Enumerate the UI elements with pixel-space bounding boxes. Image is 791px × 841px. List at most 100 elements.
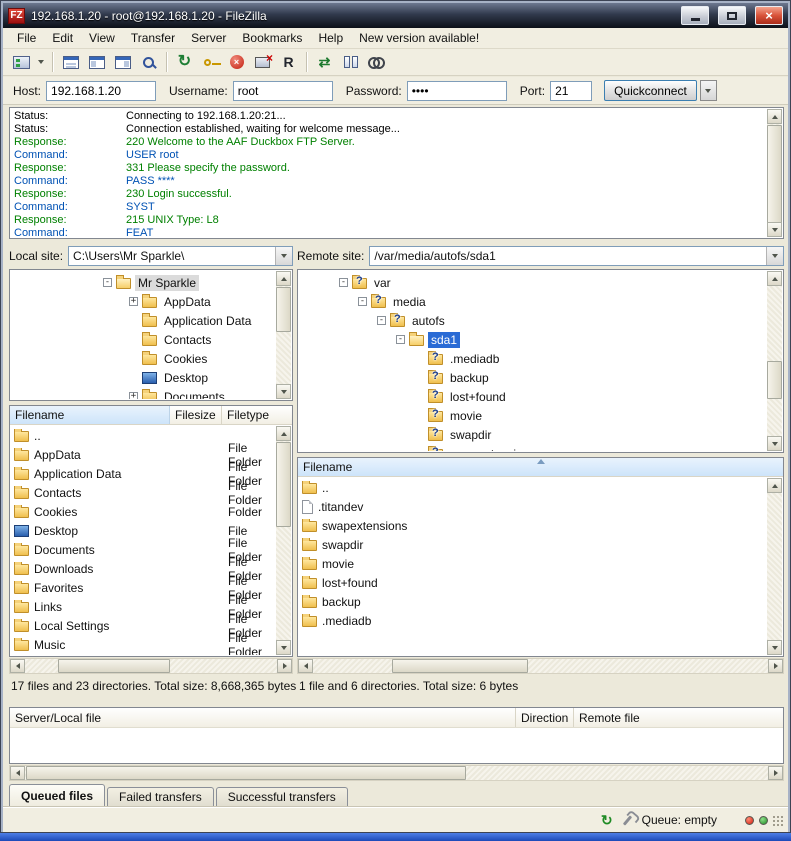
tree-item[interactable]: -media xyxy=(299,292,766,311)
local-site-path[interactable]: C:\Users\Mr Sparkle\ xyxy=(69,249,275,263)
expand-toggle[interactable]: - xyxy=(103,278,112,287)
username-input[interactable] xyxy=(233,81,333,101)
file-row[interactable]: backup xyxy=(299,592,766,611)
scroll-left-button[interactable] xyxy=(298,659,313,673)
tree-item[interactable]: Cookies xyxy=(11,349,275,368)
maximize-button[interactable] xyxy=(718,6,746,25)
column-header-direction[interactable]: Direction xyxy=(516,708,574,727)
quickconnect-dropdown[interactable] xyxy=(700,80,717,101)
tree-item[interactable]: +AppData xyxy=(11,292,275,311)
tree-item[interactable]: Application Data xyxy=(11,311,275,330)
file-row[interactable]: CookiesFolder xyxy=(11,502,275,521)
tab-successful-transfers[interactable]: Successful transfers xyxy=(216,787,348,806)
local-tree-scrollbar[interactable] xyxy=(276,271,291,399)
process-queue-button[interactable] xyxy=(198,51,223,74)
file-row[interactable]: .. xyxy=(299,478,766,497)
scroll-thumb[interactable] xyxy=(58,659,170,673)
scroll-up-button[interactable] xyxy=(276,426,291,441)
scroll-up-button[interactable] xyxy=(767,271,782,286)
scroll-thumb[interactable] xyxy=(26,766,466,780)
scroll-up-button[interactable] xyxy=(767,478,782,493)
scroll-down-button[interactable] xyxy=(276,384,291,399)
file-row[interactable]: swapextensions xyxy=(299,516,766,535)
file-row[interactable]: .titandev xyxy=(299,497,766,516)
find-files-button[interactable] xyxy=(364,51,389,74)
column-header-filesize[interactable]: Filesize xyxy=(170,406,222,424)
file-row[interactable]: .mediadb xyxy=(299,611,766,630)
scroll-thumb[interactable] xyxy=(276,287,291,332)
tree-item[interactable]: swapextensions xyxy=(299,444,766,451)
scroll-down-button[interactable] xyxy=(767,222,782,237)
file-row[interactable]: swapdir xyxy=(299,535,766,554)
tab-failed-transfers[interactable]: Failed transfers xyxy=(107,787,214,806)
menu-item-file[interactable]: File xyxy=(9,28,44,48)
column-header-remote-file[interactable]: Remote file xyxy=(574,708,783,727)
column-header-server-local-file[interactable]: Server/Local file xyxy=(10,708,516,727)
tree-item[interactable]: -autofs xyxy=(299,311,766,330)
quickconnect-button[interactable]: Quickconnect xyxy=(604,80,697,101)
expand-toggle[interactable]: - xyxy=(358,297,367,306)
tree-item[interactable]: Contacts xyxy=(11,330,275,349)
tree-item[interactable]: backup xyxy=(299,368,766,387)
scroll-thumb[interactable] xyxy=(392,659,528,673)
reconnect-button[interactable] xyxy=(276,51,301,74)
file-row[interactable]: lost+found xyxy=(299,573,766,592)
password-input[interactable] xyxy=(407,81,507,101)
combo-dropdown-button[interactable] xyxy=(275,247,292,265)
tree-item[interactable]: lost+found xyxy=(299,387,766,406)
scroll-thumb[interactable] xyxy=(767,361,782,399)
column-header-filename[interactable]: Filename xyxy=(10,406,170,424)
site-manager-dropdown[interactable] xyxy=(35,51,47,74)
column-header-filename[interactable]: Filename xyxy=(298,458,783,476)
cancel-button[interactable] xyxy=(224,51,249,74)
scroll-down-button[interactable] xyxy=(767,436,782,451)
host-input[interactable] xyxy=(46,81,156,101)
scroll-thumb[interactable] xyxy=(276,442,291,527)
remote-site-path[interactable]: /var/media/autofs/sda1 xyxy=(370,249,766,263)
menu-item-help[interactable]: Help xyxy=(310,28,351,48)
remote-tree-scrollbar[interactable] xyxy=(767,271,782,451)
scroll-up-button[interactable] xyxy=(767,109,782,124)
scroll-thumb[interactable] xyxy=(767,125,782,223)
port-input[interactable] xyxy=(550,81,592,101)
tree-item[interactable]: .mediadb xyxy=(299,349,766,368)
expand-toggle[interactable]: - xyxy=(339,278,348,287)
tree-item[interactable]: Desktop xyxy=(11,368,275,387)
toggle-transfer-queue-button[interactable] xyxy=(136,51,161,74)
menu-item-transfer[interactable]: Transfer xyxy=(123,28,183,48)
scroll-up-button[interactable] xyxy=(276,271,291,286)
local-site-combo[interactable]: C:\Users\Mr Sparkle\ xyxy=(68,246,293,266)
scroll-right-button[interactable] xyxy=(768,766,783,780)
expand-toggle[interactable]: + xyxy=(129,392,138,399)
remote-list-scrollbar[interactable] xyxy=(767,478,782,655)
combo-dropdown-button[interactable] xyxy=(766,247,783,265)
site-manager-button[interactable] xyxy=(9,51,34,74)
tree-item-selected[interactable]: -sda1 xyxy=(299,330,766,349)
local-list-hscrollbar[interactable] xyxy=(9,658,293,674)
expand-toggle[interactable]: - xyxy=(377,316,386,325)
queue-hscrollbar[interactable] xyxy=(9,765,784,781)
menu-item-view[interactable]: View xyxy=(81,28,123,48)
close-button[interactable] xyxy=(755,6,783,25)
scroll-left-button[interactable] xyxy=(10,766,25,780)
column-header-filetype[interactable]: Filetype xyxy=(222,406,292,424)
scroll-left-button[interactable] xyxy=(10,659,25,673)
title-bar[interactable]: FZ 192.168.1.20 - root@192.168.1.20 - Fi… xyxy=(3,3,788,28)
tree-item[interactable]: -var xyxy=(299,273,766,292)
local-list-scrollbar[interactable] xyxy=(276,426,291,655)
resize-grip[interactable] xyxy=(772,815,785,828)
menu-item-edit[interactable]: Edit xyxy=(44,28,81,48)
scroll-down-button[interactable] xyxy=(276,640,291,655)
expand-toggle[interactable]: + xyxy=(129,297,138,306)
queue-splitter[interactable] xyxy=(3,699,788,705)
synchronized-browsing-button[interactable] xyxy=(312,51,337,74)
file-row[interactable]: MusicFile Folder xyxy=(11,635,275,654)
disconnect-button[interactable] xyxy=(250,51,275,74)
menu-item-new-version[interactable]: New version available! xyxy=(351,28,487,48)
toggle-remote-tree-button[interactable] xyxy=(110,51,135,74)
toggle-local-tree-button[interactable] xyxy=(84,51,109,74)
minimize-button[interactable] xyxy=(681,6,709,25)
scroll-down-button[interactable] xyxy=(767,640,782,655)
remote-list-hscrollbar[interactable] xyxy=(297,658,784,674)
file-row[interactable]: ContactsFile Folder xyxy=(11,483,275,502)
